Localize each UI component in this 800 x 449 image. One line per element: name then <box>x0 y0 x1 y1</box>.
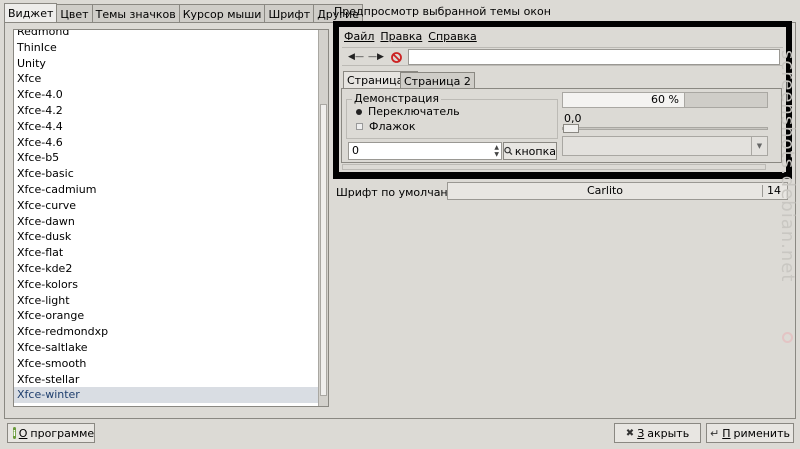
list-item[interactable]: Xfce-4.6 <box>14 135 320 151</box>
theme-list-scrollbar[interactable] <box>318 30 328 406</box>
about-label: программе <box>30 426 95 440</box>
demo-combo-box[interactable]: ▼ <box>562 136 768 156</box>
scrollbar-thumb[interactable] <box>320 104 327 396</box>
toolbar-entry[interactable] <box>408 49 780 65</box>
demo-spin-button[interactable]: 0 ▲ ▼ <box>348 142 502 160</box>
menu-help[interactable]: Справка <box>428 30 476 46</box>
checkbox-box-icon <box>356 123 363 130</box>
list-item[interactable]: Xfce-saltlake <box>14 340 320 356</box>
theme-list-items: Redmond ThinIce Unity Xfce Xfce-4.0 Xfce-4.2 X… <box>14 30 320 404</box>
back-arrow-icon[interactable]: ◀— <box>348 49 364 65</box>
close-icon: ✖ <box>625 427 635 439</box>
preview-menubar: Файл Правка Справка <box>344 30 477 46</box>
close-button[interactable]: ✖ Закрыть <box>614 423 701 443</box>
demo-button[interactable]: кнопка <box>503 142 557 160</box>
apply-icon: ↵ <box>710 426 720 440</box>
apply-mnemonic: П <box>722 426 731 440</box>
preview-window: Файл Правка Справка ◀— —▶ Страница 1 Стр… <box>339 27 786 172</box>
apply-button[interactable]: ↵ Применить <box>706 423 794 443</box>
list-item[interactable]: Xfce-dusk <box>14 229 320 245</box>
list-item[interactable]: Xfce <box>14 71 320 87</box>
about-mnemonic: О <box>18 426 28 440</box>
preview-frame: Файл Правка Справка ◀— —▶ Страница 1 Стр… <box>333 21 792 179</box>
list-item[interactable]: Xfce-dawn <box>14 214 320 230</box>
list-item[interactable]: Xfce-b5 <box>14 150 320 166</box>
progress-text: 60 % <box>651 93 679 106</box>
about-icon: i <box>13 427 16 439</box>
tab-widget[interactable]: Виджет <box>4 3 58 23</box>
list-item[interactable]: Xfce-kde2 <box>14 261 320 277</box>
list-item[interactable]: Xfce-flat <box>14 245 320 261</box>
list-item[interactable]: Xfce-curve <box>14 198 320 214</box>
radio-dot-icon <box>356 108 362 115</box>
list-item[interactable]: Xfce-4.0 <box>14 87 320 103</box>
list-item[interactable]: Xfce-4.2 <box>14 103 320 119</box>
list-item[interactable]: Xfce-stellar <box>14 372 320 388</box>
preview-title: Предпросмотр выбранной темы окон <box>334 5 551 18</box>
list-item[interactable]: Xfce-winter <box>14 387 320 404</box>
list-item[interactable]: Xfce-kolors <box>14 277 320 293</box>
font-separator <box>762 185 763 197</box>
theme-list[interactable]: Redmond ThinIce Unity Xfce Xfce-4.0 Xfce-4.2 X… <box>13 29 329 407</box>
preview-tab-panel: Демонстрация Переключатель Флажок 0 ▲ ▼ к… <box>341 88 782 163</box>
close-label: акрыть <box>647 426 690 440</box>
spin-arrows-icon[interactable]: ▲ ▼ <box>494 144 499 158</box>
watermark-logo-icon <box>782 332 793 343</box>
tab-color[interactable]: Цвет <box>56 4 93 23</box>
menu-file[interactable]: Файл <box>344 30 374 46</box>
demo-frame-label: Демонстрация <box>352 92 442 105</box>
menu-edit[interactable]: Правка <box>380 30 422 46</box>
list-item[interactable]: Unity <box>14 56 320 72</box>
preview-toolbar: ◀— —▶ <box>342 47 783 66</box>
scale-handle[interactable] <box>563 124 579 133</box>
checkbox-label: Флажок <box>369 120 416 133</box>
main-tabs: Виджет Цвет Темы значков Курсор мыши Шри… <box>4 3 363 23</box>
demo-scale[interactable] <box>562 124 768 133</box>
default-font-button[interactable]: Carlito 14 <box>447 182 788 200</box>
list-item[interactable]: Xfce-redmondxp <box>14 324 320 340</box>
chevron-down-icon[interactable]: ▼ <box>751 137 767 155</box>
font-name: Carlito <box>586 184 624 197</box>
demo-button-label: кнопка <box>514 144 556 158</box>
list-item[interactable]: Redmond <box>14 30 320 40</box>
demo-radio[interactable]: Переключатель <box>354 105 460 118</box>
close-mnemonic: З <box>637 426 645 440</box>
spin-value: 0 <box>352 144 359 157</box>
tab-mouse-cursor[interactable]: Курсор мыши <box>178 4 266 23</box>
radio-label: Переключатель <box>368 105 460 118</box>
search-icon <box>504 146 513 156</box>
preview-statusbar <box>342 164 766 170</box>
list-item[interactable]: Xfce-4.4 <box>14 119 320 135</box>
preview-tab-page2[interactable]: Страница 2 <box>400 72 475 89</box>
tab-icon-themes[interactable]: Темы значков <box>91 4 180 23</box>
list-item[interactable]: Xfce-smooth <box>14 356 320 372</box>
list-item[interactable]: ThinIce <box>14 40 320 56</box>
watermark: screenshots.debian.net <box>777 50 798 283</box>
list-item[interactable]: Xfce-light <box>14 293 320 309</box>
list-item[interactable]: Xfce-orange <box>14 308 320 324</box>
tab-font[interactable]: Шрифт <box>264 4 315 23</box>
apply-label: рименить <box>733 426 790 440</box>
demo-progress-bar: 60 % <box>562 92 768 108</box>
list-item[interactable]: Xfce-cadmium <box>14 182 320 198</box>
demo-checkbox[interactable]: Флажок <box>354 120 416 133</box>
stop-icon[interactable] <box>388 49 404 65</box>
forward-arrow-icon[interactable]: —▶ <box>368 49 384 65</box>
about-button[interactable]: i О программе <box>7 423 95 443</box>
list-item[interactable]: Xfce-basic <box>14 166 320 182</box>
